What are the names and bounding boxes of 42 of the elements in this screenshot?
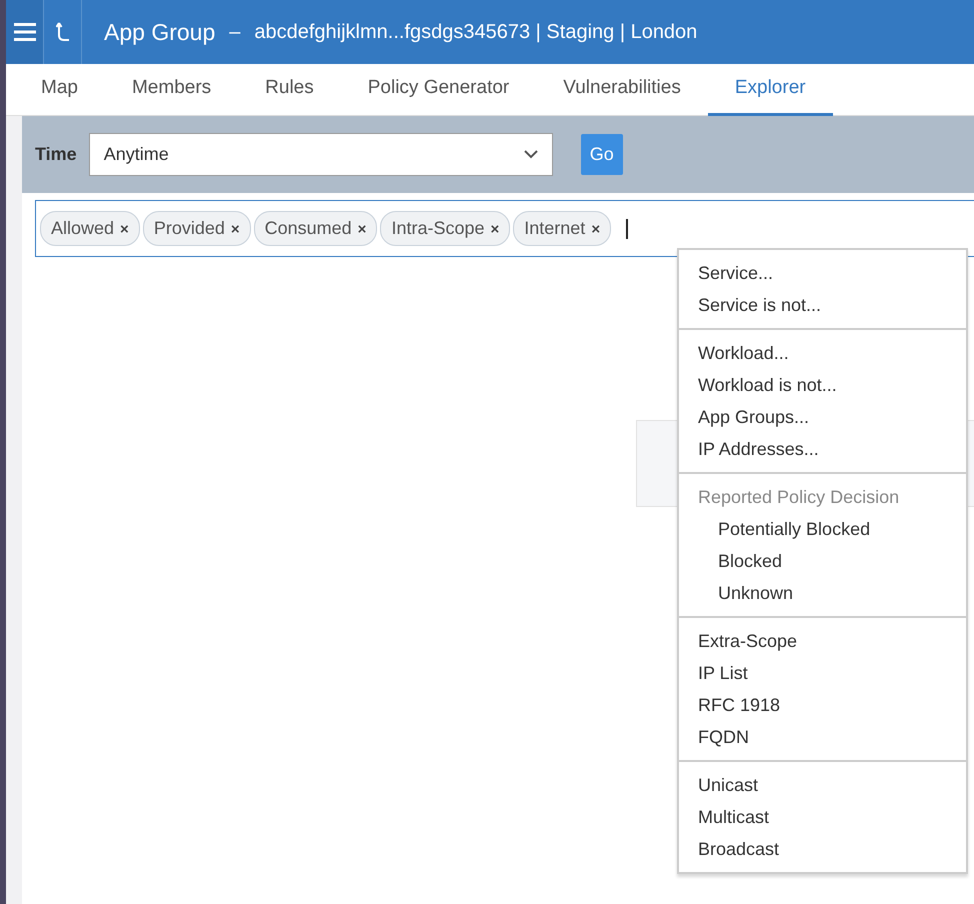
filter-tag-label: Provided (154, 218, 225, 238)
page-subtitle: abcdefghijklmn...fgsdgs345673 | Staging | London (254, 20, 698, 45)
tab[interactable]: Members (104, 64, 238, 116)
return-arrow-icon (56, 22, 70, 42)
tab[interactable]: Vulnerabilities (536, 64, 708, 116)
dropdown-item[interactable]: Unicast (679, 769, 966, 801)
dropdown-header: Reported Policy Decision (697, 486, 900, 509)
page-title: App Group (104, 18, 216, 47)
filter-tag-label: Consumed (264, 218, 352, 238)
dropdown-item[interactable]: Service... (679, 257, 966, 289)
time-select[interactable]: Anytime (88, 133, 553, 176)
remove-tag-button[interactable]: × (591, 221, 600, 238)
title-separator: – (229, 20, 240, 45)
remove-tag-button[interactable]: × (120, 221, 129, 238)
dropdown-item[interactable]: Multicast (679, 801, 966, 833)
dropdown-item[interactable]: RFC 1918 (679, 689, 966, 721)
filter-tag-label: Allowed (51, 218, 114, 238)
filter-tag-label: Internet (524, 218, 586, 238)
tab[interactable]: Map (14, 64, 105, 116)
time-label: Time (35, 143, 77, 166)
dropdown-item[interactable]: Potentially Blocked (679, 513, 966, 545)
chevron-down-icon (524, 150, 538, 159)
dropdown-item[interactable]: Unknown (679, 577, 966, 609)
text-cursor (626, 218, 628, 238)
tab[interactable]: Rules (238, 64, 341, 116)
dropdown-item[interactable]: Workload is not... (679, 369, 966, 401)
menu-icon (14, 23, 36, 41)
dropdown-item[interactable]: Workload... (679, 337, 966, 369)
dropdown-item[interactable]: IP List (679, 657, 966, 689)
remove-tag-button[interactable]: × (358, 221, 366, 238)
remove-tag-button[interactable]: × (230, 221, 240, 238)
dropdown-item[interactable]: FQDN (679, 721, 966, 753)
dropdown-item[interactable]: App Groups... (679, 401, 966, 433)
dropdown-item[interactable]: Extra-Scope (679, 625, 966, 657)
filter-tag-label: Intra-Scope (391, 218, 484, 238)
dropdown-item[interactable]: Broadcast (679, 833, 966, 865)
tab[interactable]: Policy Generator (340, 64, 536, 116)
remove-tag-button[interactable]: × (490, 221, 500, 238)
dropdown-item[interactable]: IP Addresses... (679, 433, 966, 465)
menu-button[interactable] (6, 0, 44, 64)
dropdown-item[interactable]: Blocked (679, 545, 966, 577)
dropdown-item[interactable]: Service is not... (679, 289, 966, 321)
